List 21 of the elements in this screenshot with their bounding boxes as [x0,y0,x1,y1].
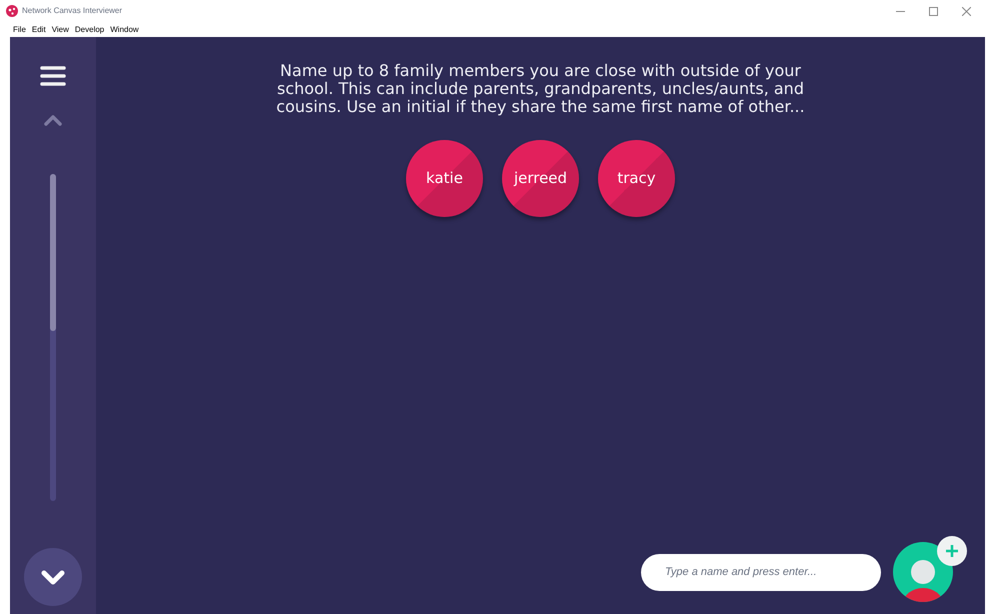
person-node[interactable]: katie [406,140,483,217]
chevron-down-icon [41,570,65,584]
add-person-button[interactable] [893,542,953,602]
plus-badge-icon[interactable] [937,536,967,566]
person-node[interactable]: tracy [598,140,675,217]
app-logo-icon [6,5,18,17]
prompt-text: Name up to 8 family members you are close with outside of your [280,62,801,80]
prompt-text: cousins. Use an initial if they share the same first name of other... [276,98,805,116]
close-button[interactable] [962,6,971,16]
prompt-text: school. This can include parents, grandparents, uncles/aunts, and [277,80,804,98]
menu-item[interactable]: File [13,24,26,36]
person-node[interactable]: jerreed [502,140,579,217]
chevron-up-icon[interactable] [44,115,62,126]
menu-item[interactable]: Edit [32,24,46,36]
window-title: Network Canvas Interviewer [22,5,122,17]
name-input-field[interactable]: Type a name and press enter... [641,554,881,590]
menu-icon[interactable] [40,65,66,87]
maximize-button[interactable] [929,6,938,16]
menu-item[interactable]: Window [110,24,139,36]
menu-item[interactable]: Develop [74,24,104,36]
menu-item[interactable]: View [52,24,69,36]
